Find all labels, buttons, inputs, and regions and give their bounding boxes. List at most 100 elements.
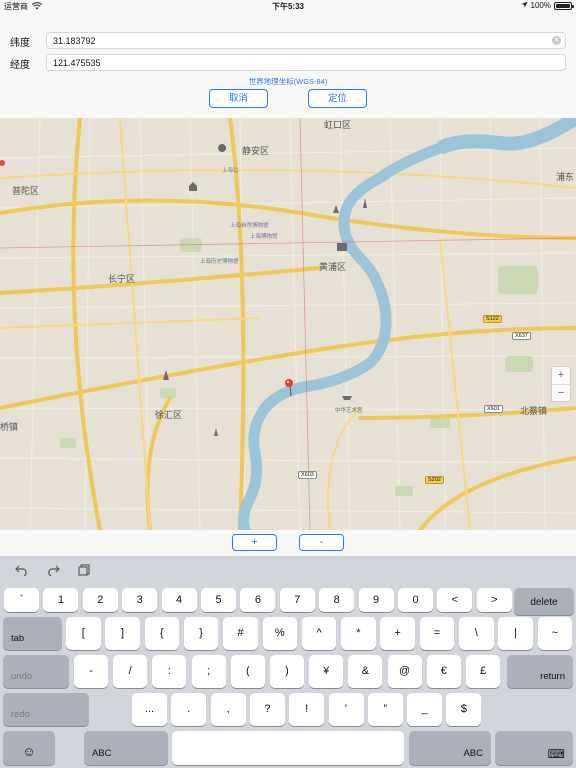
zoom-in-button[interactable]: +: [232, 534, 277, 551]
row4-key-1[interactable]: .: [171, 693, 207, 726]
row3-key-6[interactable]: ¥: [309, 655, 344, 688]
row3-key-5[interactable]: ): [270, 655, 304, 688]
road-shield-x603: X603: [298, 471, 317, 479]
row2-key-4[interactable]: #: [223, 617, 258, 650]
clear-icon[interactable]: ✕: [552, 36, 561, 45]
row2-key-3[interactable]: }: [183, 617, 219, 650]
row4-key-7[interactable]: _: [407, 693, 443, 726]
map-zoom-control: + −: [551, 366, 571, 402]
row4-key-6[interactable]: ”: [367, 693, 403, 726]
row2-key-0[interactable]: [: [66, 617, 101, 650]
road-shield-s122: S122: [483, 315, 502, 323]
poi-label-shanghai-museum: 上海博物馆: [250, 234, 278, 240]
location-arrow-icon: [521, 1, 528, 10]
paste-icon[interactable]: [76, 564, 92, 578]
row1-key-7[interactable]: 7: [279, 588, 315, 612]
row1-key-0[interactable]: `: [4, 588, 39, 612]
town-label-beicai: 北蔡镇: [520, 406, 548, 416]
district-label-huangpu: 黄浦区: [319, 262, 347, 272]
poi-label-museum: 上海自然博物馆: [230, 223, 269, 229]
battery-percent: 100%: [530, 1, 551, 10]
clock: 下午5:33: [271, 2, 304, 11]
zoom-bar: + -: [0, 530, 576, 556]
row3-key-1[interactable]: /: [113, 655, 148, 688]
status-bar: 运营商 下午5:33 100%: [0, 0, 576, 12]
coordinate-system-note: 世界地理坐标(WGS-84): [248, 77, 328, 86]
return-key[interactable]: return: [507, 655, 573, 688]
row2-key-12[interactable]: ~: [537, 617, 573, 650]
row3-key-7[interactable]: &: [348, 655, 383, 688]
town-label-qiao: 桥镇: [0, 422, 19, 432]
abc-key-right[interactable]: ABC: [409, 731, 491, 765]
undo-key[interactable]: undo: [3, 655, 69, 688]
row1-key-9[interactable]: 9: [358, 588, 394, 612]
row2-key-1[interactable]: ]: [105, 617, 140, 650]
battery-icon: [554, 1, 574, 10]
row2-key-11[interactable]: |: [498, 617, 533, 650]
zoom-out-button[interactable]: -: [299, 534, 344, 551]
cancel-button[interactable]: 取消: [209, 89, 268, 108]
row1-key-6[interactable]: 6: [240, 588, 276, 612]
row4-key-3[interactable]: ?: [249, 693, 285, 726]
district-label-hongkou: 虹口区: [324, 120, 352, 130]
poi-label-expo: 中华艺术宫: [335, 408, 363, 414]
district-label-putuo: 普陀区: [12, 186, 40, 196]
row3-key-3[interactable]: ;: [191, 655, 226, 688]
row3-key-9[interactable]: €: [426, 655, 461, 688]
keyboard-toolbar: [0, 556, 576, 586]
keyboard-icon: ⌨: [547, 747, 565, 761]
poi-label-history-museum: 上海历史博物馆: [200, 259, 239, 265]
row2-key-9[interactable]: =: [419, 617, 455, 650]
row1-key-3[interactable]: 3: [122, 588, 158, 612]
row3-key-10[interactable]: £: [466, 655, 500, 688]
delete-key[interactable]: delete: [514, 588, 574, 615]
status-right: 100%: [521, 1, 574, 10]
district-label-pudong: 浦东: [556, 172, 575, 182]
row2-key-5[interactable]: %: [262, 617, 297, 650]
longitude-value: 121.475535: [53, 58, 101, 68]
row1-key-10[interactable]: 0: [398, 588, 433, 612]
district-label-changning: 长宁区: [108, 274, 136, 284]
poi-label-shanghai-station: 上海站: [222, 168, 239, 174]
row4-key-0[interactable]: ...: [132, 693, 167, 726]
row3-key-0[interactable]: -: [74, 655, 108, 688]
road-shield-x637: X637: [512, 332, 531, 340]
row2-key-8[interactable]: +: [380, 617, 415, 650]
row1-key-2[interactable]: 2: [82, 588, 118, 612]
row4-key-2[interactable]: ,: [210, 693, 246, 726]
map-zoom-in-button[interactable]: +: [552, 367, 570, 384]
redo-key[interactable]: redo: [3, 693, 89, 726]
row1-key-1[interactable]: 1: [43, 588, 79, 612]
road-shield-s202: S202: [425, 476, 444, 484]
hide-keyboard-key[interactable]: ⌨: [495, 731, 573, 765]
map-zoom-out-button[interactable]: −: [552, 384, 570, 401]
redo-icon[interactable]: [45, 564, 61, 578]
row2-key-6[interactable]: ^: [301, 617, 337, 650]
row2-key-10[interactable]: \: [459, 617, 494, 650]
district-label-jingan: 静安区: [242, 146, 270, 156]
row1-key-4[interactable]: 4: [161, 588, 197, 612]
row2-key-2[interactable]: {: [144, 617, 180, 650]
row4-key-8[interactable]: $: [446, 693, 482, 726]
undo-icon[interactable]: [14, 564, 30, 578]
longitude-field[interactable]: 121.475535: [46, 54, 566, 71]
abc-key-left[interactable]: ABC: [84, 731, 168, 765]
tab-key[interactable]: tab: [3, 617, 62, 650]
row4-key-4[interactable]: !: [289, 693, 325, 726]
map-view[interactable]: 虹口区 静安区 普陀区 长宁区 黄浦区 徐汇区 浦东 北蔡镇 桥镇 上海站 上海…: [0, 118, 576, 530]
row2-key-7[interactable]: *: [341, 617, 376, 650]
row3-key-8[interactable]: @: [387, 655, 422, 688]
row3-key-2[interactable]: :: [152, 655, 187, 688]
row4-key-5[interactable]: ’: [328, 693, 364, 726]
keyboard: ` 1 2 3 4 5 6 7 8 9 0 < > delete tab []{} #% ^ * + = \ | ~ u…: [0, 556, 576, 768]
district-label-xuhui: 徐汇区: [155, 410, 183, 420]
row1-key-5[interactable]: 5: [201, 588, 236, 612]
row1-key-11[interactable]: <: [437, 588, 473, 612]
locate-button[interactable]: 定位: [308, 89, 367, 108]
row1-key-8[interactable]: 8: [319, 588, 355, 612]
row3-key-4[interactable]: (: [230, 655, 265, 688]
emoji-key[interactable]: ☺: [3, 731, 55, 765]
row1-key-12[interactable]: >: [476, 588, 512, 612]
latitude-field[interactable]: 31.183792 ✕: [46, 32, 566, 49]
space-key[interactable]: [172, 731, 404, 765]
